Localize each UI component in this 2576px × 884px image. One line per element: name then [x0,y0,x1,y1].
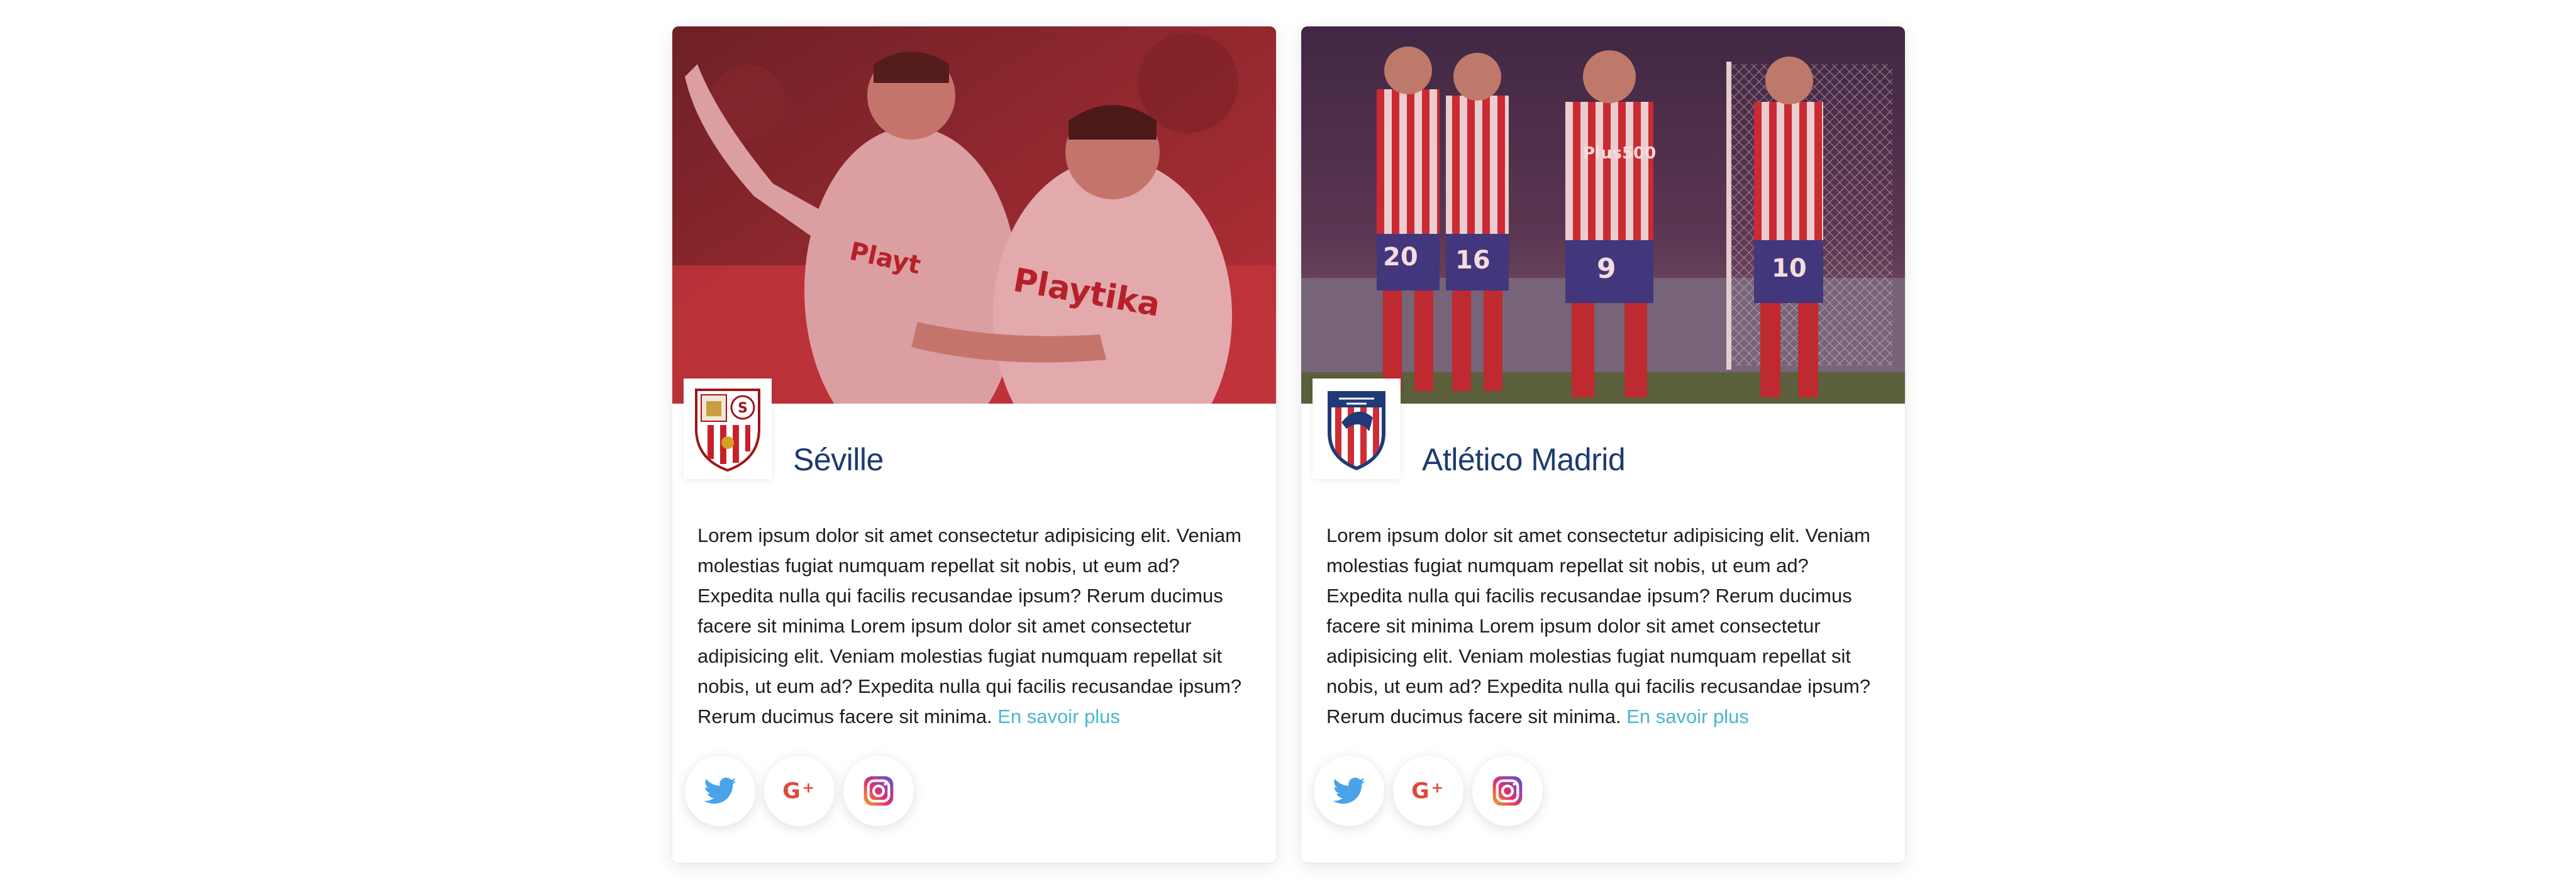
google-plus-button[interactable]: G + [764,756,835,826]
instagram-icon [863,776,894,806]
atletico-crest-icon [1328,391,1385,470]
twitter-button[interactable] [685,756,755,826]
instagram-icon [1492,776,1523,806]
twitter-icon [704,777,736,804]
twitter-icon [1333,777,1365,804]
team-name: Séville [793,442,884,477]
description-text: Lorem ipsum dolor sit amet consectetur a… [1326,524,1871,727]
read-more-link[interactable]: En savoir plus [1626,705,1749,727]
read-more-link[interactable]: En savoir plus [997,705,1120,727]
google-plus-icon: G + [782,778,815,804]
google-plus-icon: G + [1411,778,1444,804]
team-photo-image: Playtika Playt [672,26,1276,404]
team-crest [1313,378,1401,479]
google-plus-button[interactable]: G + [1393,756,1463,826]
team-name: Atlético Madrid [1422,442,1626,477]
team-description: Lorem ipsum dolor sit amet consectetur a… [697,521,1251,732]
instagram-button[interactable] [1472,756,1543,826]
svg-text:G: G [782,779,801,804]
svg-text:S: S [738,401,748,416]
twitter-button[interactable] [1314,756,1384,826]
team-cards: Playtika Playt S Séville Lorem ipsum dol… [0,0,2576,884]
team-crest: S [684,378,772,479]
team-photo: Plus500 20 16 9 10 [1301,26,1905,404]
description-text: Lorem ipsum dolor sit amet consectetur a… [697,524,1242,727]
svg-text:G: G [1411,779,1430,804]
team-photo: Playtika Playt [672,26,1276,404]
sevilla-crest-icon: S [695,389,760,472]
svg-text:+: + [802,778,815,796]
team-description: Lorem ipsum dolor sit amet consectetur a… [1326,521,1880,732]
team-card-atletico: Plus500 20 16 9 10 Atlético Madrid Lorem… [1301,26,1905,863]
team-photo-image: Plus500 20 16 9 10 [1301,26,1905,404]
instagram-button[interactable] [843,756,914,826]
svg-text:+: + [1431,778,1444,796]
team-card-seville: Playtika Playt S Séville Lorem ipsum dol… [672,26,1276,863]
